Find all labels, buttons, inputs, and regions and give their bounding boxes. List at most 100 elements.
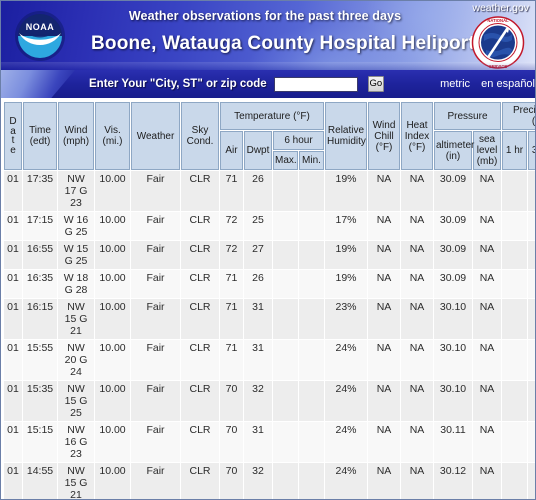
cell-precip-3hr: [528, 171, 535, 211]
cell-precip-3hr: [528, 463, 535, 499]
page-title: Boone, Watauga County Hospital Heliport: [91, 33, 475, 54]
table-row: 01 16:15 NW 15 G 21 10.00 Fair CLR 71 31 23% NA NA…: [4, 299, 535, 339]
cell-six-hour-min: [299, 340, 324, 380]
cell-relative-humidity: 24%: [325, 463, 367, 499]
cell-weather: Fair: [131, 171, 180, 211]
cell-date: 01: [4, 241, 22, 269]
cell-precip-1hr: [502, 381, 528, 421]
cell-sky-condition: CLR: [181, 270, 219, 298]
header-six-hour-min: Min.: [299, 151, 324, 170]
cell-sea-level: NA: [473, 463, 502, 499]
cell-six-hour-min: [299, 212, 324, 240]
cell-precip-3hr: [528, 299, 535, 339]
header-precip-3hr: 3 hr: [528, 131, 535, 170]
cell-wind: NW 15 G 25: [58, 381, 94, 421]
header-six-hour: 6 hour: [273, 131, 324, 150]
header-wind-chill: Wind Chill (°F): [368, 102, 400, 170]
table-row: 01 17:15 W 16 G 25 10.00 Fair CLR 72 25 17% NA NA 3…: [4, 212, 535, 240]
cell-relative-humidity: 23%: [325, 299, 367, 339]
table-row: 01 16:55 W 15 G 25 10.00 Fair CLR 72 27 19% NA NA 3…: [4, 241, 535, 269]
cell-dewpoint: 31: [244, 422, 272, 462]
header-sky-condition: Sky Cond.: [181, 102, 219, 170]
search-input[interactable]: [273, 76, 358, 92]
cell-six-hour-max: [273, 463, 298, 499]
header-precipitation-group: Precipitation (in.): [502, 102, 535, 130]
cell-six-hour-min: [299, 463, 324, 499]
cell-air-temp: 71: [220, 171, 243, 211]
go-button[interactable]: Go: [367, 76, 385, 92]
cell-date: 01: [4, 381, 22, 421]
cell-six-hour-min: [299, 241, 324, 269]
cell-dewpoint: 25: [244, 212, 272, 240]
cell-sea-level: NA: [473, 381, 502, 421]
cell-altimeter: 30.12: [434, 463, 472, 499]
cell-sea-level: NA: [473, 270, 502, 298]
cell-relative-humidity: 19%: [325, 241, 367, 269]
cell-six-hour-min: [299, 270, 324, 298]
cell-six-hour-min: [299, 299, 324, 339]
cell-wind-chill: NA: [368, 463, 400, 499]
cell-date: 01: [4, 463, 22, 499]
svg-text:NATIONAL: NATIONAL: [487, 18, 509, 23]
cell-altimeter: 30.10: [434, 381, 472, 421]
cell-precip-1hr: [502, 299, 528, 339]
cell-six-hour-max: [273, 340, 298, 380]
cell-date: 01: [4, 299, 22, 339]
cell-heat-index: NA: [401, 212, 433, 240]
espanol-link[interactable]: en español: [481, 78, 535, 90]
header-altimeter: altimeter (in): [434, 131, 474, 170]
cell-date: 01: [4, 422, 22, 462]
cell-air-temp: 71: [220, 270, 243, 298]
cell-visibility: 10.00: [95, 270, 130, 298]
table-row: 01 16:35 W 18 G 28 10.00 Fair CLR 71 26 19% NA NA 3…: [4, 270, 535, 298]
cell-altimeter: 30.09: [434, 171, 472, 211]
cell-relative-humidity: 17%: [325, 212, 367, 240]
banner-subtitle: Weather observations for the past three …: [128, 9, 402, 23]
table-row: 01 17:35 NW 17 G 23 10.00 Fair CLR 71 26 19% NA NA…: [4, 171, 535, 211]
cell-precip-1hr: [502, 422, 528, 462]
cell-six-hour-max: [273, 270, 298, 298]
table-header-row-1: D a t e Time (edt) Wind (mph) Vis. (mi.)…: [4, 102, 535, 170]
cell-precip-3hr: [528, 381, 535, 421]
cell-visibility: 10.00: [95, 381, 130, 421]
cell-visibility: 10.00: [95, 241, 130, 269]
cell-visibility: 10.00: [95, 171, 130, 211]
table-row: 01 14:55 NW 15 G 21 10.00 Fair CLR 70 32 24% NA NA…: [4, 463, 535, 499]
cell-relative-humidity: 24%: [325, 381, 367, 421]
cell-heat-index: NA: [401, 299, 433, 339]
metric-link[interactable]: metric: [440, 78, 470, 90]
search-label: Enter Your "City, ST" or zip code: [89, 78, 267, 90]
cell-relative-humidity: 19%: [325, 171, 367, 211]
cell-sky-condition: CLR: [181, 171, 219, 211]
header-date-line: e: [10, 144, 16, 156]
header-time: Time (edt): [23, 102, 57, 170]
table-row: 01 15:35 NW 15 G 25 10.00 Fair CLR 70 32 24% NA NA…: [4, 381, 535, 421]
cell-visibility: 10.00: [95, 212, 130, 240]
cell-heat-index: NA: [401, 381, 433, 421]
header-sea-level: sea level (mb): [473, 131, 502, 170]
header-visibility: Vis. (mi.): [95, 102, 130, 170]
cell-altimeter: 30.11: [434, 422, 472, 462]
cell-time: 17:15: [23, 212, 57, 240]
cell-wind-chill: NA: [368, 212, 400, 240]
cell-sea-level: NA: [473, 212, 502, 240]
cell-six-hour-max: [273, 422, 298, 462]
weather-gov-label: weather.gov: [472, 2, 529, 14]
cell-precip-1hr: [502, 270, 528, 298]
header-precip-1hr: 1 hr: [502, 131, 528, 170]
noaa-logo-icon[interactable]: NOAA: [10, 9, 70, 63]
cell-weather: Fair: [131, 381, 180, 421]
cell-altimeter: 30.09: [434, 270, 472, 298]
cell-weather: Fair: [131, 340, 180, 380]
cell-date: 01: [4, 270, 22, 298]
national-weather-service-seal-icon[interactable]: NATIONAL SERVICE: [469, 15, 527, 70]
observations-table: D a t e Time (edt) Wind (mph) Vis. (mi.)…: [3, 101, 535, 499]
cell-date: 01: [4, 171, 22, 211]
bar-links: metric en español: [440, 78, 535, 90]
cell-time: 14:55: [23, 463, 57, 499]
cell-wind-chill: NA: [368, 422, 400, 462]
cell-air-temp: 71: [220, 299, 243, 339]
cell-precip-3hr: [528, 422, 535, 462]
cell-wind: NW 15 G 21: [58, 299, 94, 339]
cell-wind: W 18 G 28: [58, 270, 94, 298]
